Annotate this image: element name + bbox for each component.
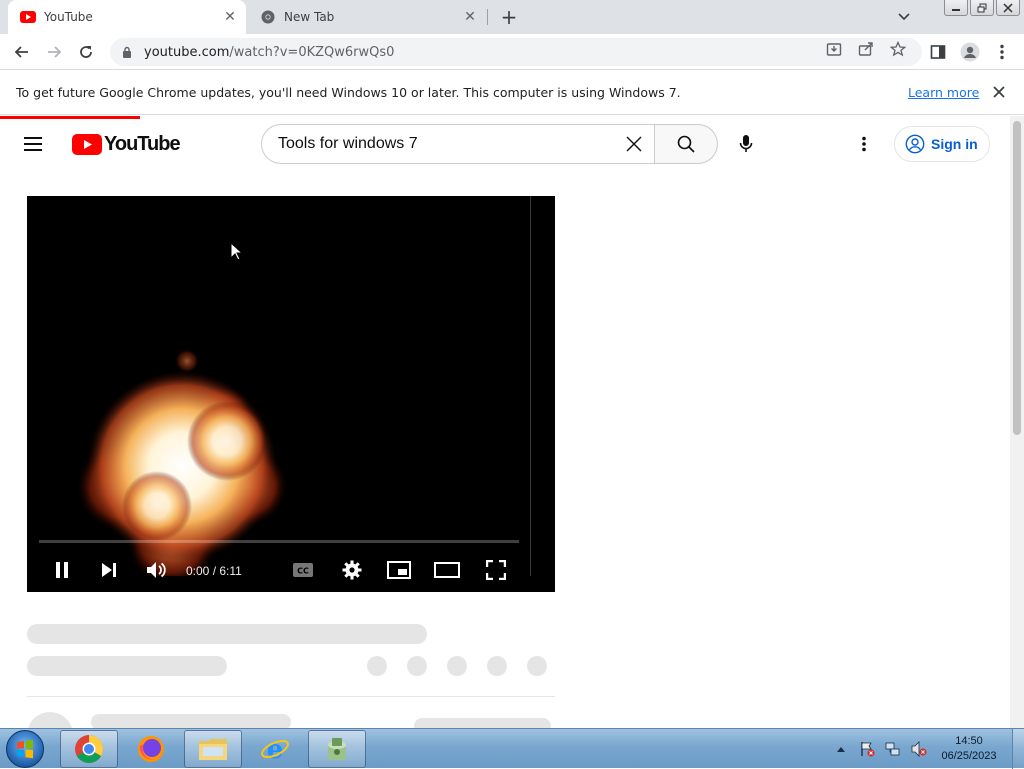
theater-mode-icon[interactable]	[433, 556, 461, 584]
action-skeleton-dot	[367, 656, 387, 676]
player-controls: 0:00 / 6:11 CC	[27, 552, 555, 588]
account-circle-icon	[905, 134, 925, 154]
install-app-icon[interactable]	[825, 40, 843, 58]
title-skeleton	[27, 624, 427, 644]
tab-title: New Tab	[284, 10, 335, 24]
tab-title: YouTube	[44, 10, 93, 24]
scrollbar-thumb[interactable]	[1013, 121, 1021, 435]
svg-text:CC: CC	[297, 567, 309, 576]
system-tray	[832, 729, 928, 769]
side-panel-icon[interactable]	[924, 38, 952, 66]
restore-icon[interactable]	[970, 0, 994, 16]
subscribe-skeleton	[414, 718, 551, 728]
url-text: youtube.com/watch?v=0KZQw6rwQs0	[144, 44, 395, 60]
back-arrow-icon[interactable]	[8, 38, 36, 66]
taskbar-internet-explorer-icon[interactable]: e	[246, 730, 304, 768]
tab-strip: YouTube ✕ New Tab ✕ +	[0, 0, 1024, 34]
video-time: 0:00 / 6:11	[186, 564, 242, 578]
chrome-menu-kebab-icon[interactable]	[988, 38, 1016, 66]
windows-taskbar: e 14:50 06/25/2023	[0, 728, 1024, 769]
voice-search-mic-icon[interactable]	[728, 126, 764, 162]
forward-arrow-icon[interactable]	[40, 38, 68, 66]
taskbar-clock[interactable]: 14:50 06/25/2023	[934, 734, 1004, 764]
guide-menu-icon[interactable]	[24, 132, 48, 156]
address-bar[interactable]: youtube.com/watch?v=0KZQw6rwQs0	[110, 38, 922, 66]
video-progress-bar[interactable]	[39, 540, 519, 543]
clock-time: 14:50	[955, 735, 983, 747]
close-window-icon[interactable]	[996, 0, 1020, 16]
next-video-icon[interactable]	[95, 556, 123, 584]
infobar-close-icon[interactable]	[990, 83, 1008, 101]
profile-avatar-icon[interactable]	[956, 38, 984, 66]
taskbar-chrome-icon[interactable]	[60, 730, 118, 768]
search-clear-icon[interactable]	[614, 125, 654, 163]
start-button-windows-icon[interactable]	[6, 730, 44, 768]
page-scrollbar[interactable]	[1010, 116, 1024, 728]
tab-close-icon[interactable]: ✕	[460, 7, 480, 27]
mouse-cursor-icon	[230, 242, 244, 261]
youtube-logo-icon	[72, 133, 102, 155]
settings-gear-icon[interactable]	[338, 556, 366, 584]
avatar-skeleton	[27, 712, 73, 728]
search-button[interactable]	[655, 124, 718, 164]
action-skeleton-dot	[487, 656, 507, 676]
tab-search-chevron-icon[interactable]	[893, 7, 915, 27]
search-query-text: Tools for windows 7	[278, 135, 418, 152]
subtitles-cc-icon[interactable]: CC	[289, 556, 317, 584]
show-hidden-icons-arrow-icon[interactable]	[832, 740, 850, 758]
network-icon[interactable]	[884, 740, 902, 758]
content-divider	[27, 696, 555, 697]
clock-date: 06/25/2023	[941, 750, 997, 762]
action-center-flag-icon[interactable]	[858, 740, 876, 758]
taskbar-firefox-icon[interactable]	[122, 730, 180, 768]
svg-text:e: e	[267, 735, 284, 764]
update-infobar: To get future Google Chrome updates, you…	[0, 71, 1024, 115]
chrome-favicon-icon	[260, 9, 276, 25]
settings-kebab-icon[interactable]	[850, 130, 878, 158]
youtube-favicon-icon	[20, 9, 36, 25]
frame-edge	[530, 196, 531, 576]
pause-icon[interactable]	[48, 556, 76, 584]
new-tab-plus-icon[interactable]: +	[497, 5, 521, 29]
youtube-masthead: YouTube Tools for windows 7 Sign in	[0, 116, 1010, 172]
sign-in-button[interactable]: Sign in	[894, 126, 990, 162]
action-skeleton-dot	[527, 656, 547, 676]
taskbar-installer-app-icon[interactable]	[308, 730, 366, 768]
tab-close-icon[interactable]: ✕	[220, 7, 240, 27]
fullscreen-icon[interactable]	[482, 556, 510, 584]
taskbar-explorer-folder-icon[interactable]	[184, 730, 242, 768]
reload-icon[interactable]	[72, 38, 100, 66]
search-input[interactable]: Tools for windows 7	[261, 124, 655, 164]
action-skeleton-dot	[407, 656, 427, 676]
description-skeleton	[91, 714, 291, 728]
learn-more-link[interactable]: Learn more	[908, 85, 979, 100]
infobar-message: To get future Google Chrome updates, you…	[16, 85, 681, 100]
video-player[interactable]: 0:00 / 6:11 CC	[27, 196, 555, 592]
tab-youtube[interactable]: YouTube ✕	[8, 0, 246, 34]
miniplayer-icon[interactable]	[385, 556, 413, 584]
browser-toolbar: youtube.com/watch?v=0KZQw6rwQs0	[0, 34, 1024, 70]
window-controls	[944, 0, 1020, 16]
youtube-logo[interactable]: YouTube	[72, 133, 181, 155]
tab-separator	[487, 9, 488, 25]
volume-muted-icon[interactable]	[910, 740, 928, 758]
tab-new-tab[interactable]: New Tab ✕	[248, 0, 486, 34]
share-icon[interactable]	[857, 40, 875, 58]
bookmark-star-icon[interactable]	[889, 40, 907, 58]
lock-icon[interactable]	[120, 45, 134, 59]
show-desktop-button[interactable]	[1012, 729, 1024, 769]
youtube-page: YouTube Tools for windows 7 Sign in 0:00…	[0, 116, 1010, 728]
channel-skeleton	[27, 656, 227, 676]
volume-icon[interactable]	[142, 556, 170, 584]
search-icon	[677, 135, 695, 153]
action-skeleton-dot	[447, 656, 467, 676]
minimize-icon[interactable]	[944, 0, 968, 16]
